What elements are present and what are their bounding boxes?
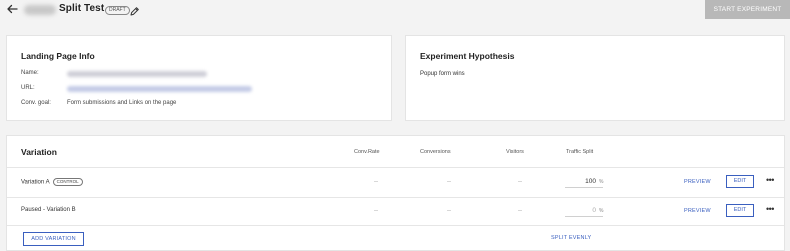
more-options-icon[interactable]: ••• [766,176,774,185]
column-conv-rate: Conv.Rate [354,149,380,155]
variation-header: Variation [21,147,57,157]
back-arrow-icon[interactable] [6,3,20,17]
column-conversions: Conversions [420,149,451,155]
page-title: Split Test [59,3,105,14]
experiment-name-redacted [24,5,56,15]
visitors-value: -- [518,179,522,185]
traffic-split-input[interactable]: 100 [566,178,596,185]
variation-name[interactable]: Paused - Variation B [21,207,76,213]
add-variation-button[interactable]: ADD VARIATION [23,232,84,246]
column-traffic-split: Traffic Split [566,149,594,155]
edit-button[interactable]: EDIT [726,204,754,217]
conversions-value: -- [447,208,451,214]
conversions-value: -- [447,179,451,185]
preview-button[interactable]: PREVIEW [684,179,711,185]
landing-page-info-card: Landing Page Info Name: URL: Conv. goal:… [6,35,392,121]
pencil-icon[interactable] [129,4,140,16]
variation-name-label: Variation A [21,179,50,186]
conv-goal-label: Conv. goal: [21,100,51,106]
edit-button[interactable]: EDIT [726,175,754,188]
row-divider [7,225,784,226]
control-badge: CONTROL [52,178,83,186]
column-visitors: Visitors [506,149,524,155]
conv-goal-value: Form submissions and Links on the page [67,100,177,106]
more-options-icon[interactable]: ••• [766,205,774,214]
hypothesis-text: Popup form wins [420,71,465,77]
traffic-split-input[interactable]: 0 [566,207,596,214]
percent-sign: % [599,179,604,185]
traffic-split-underline [565,187,603,188]
experiment-hypothesis-card: Experiment Hypothesis Popup form wins [405,35,785,121]
visitors-value: -- [518,208,522,214]
name-value-redacted [67,71,207,77]
start-experiment-button[interactable]: START EXPERIMENT [705,0,790,19]
url-label: URL: [21,85,35,91]
row-divider [7,197,784,198]
url-value-redacted[interactable] [67,86,252,92]
top-bar: Split Test DRAFT START EXPERIMENT [0,0,790,22]
header-divider [7,167,784,168]
experiment-hypothesis-title: Experiment Hypothesis [420,51,515,61]
landing-page-info-title: Landing Page Info [21,51,95,61]
split-evenly-button[interactable]: SPLIT EVENLY [551,235,591,241]
preview-button[interactable]: PREVIEW [684,208,711,214]
variations-card: Variation Conv.Rate Conversions Visitors… [6,135,785,251]
traffic-split-underline [565,216,603,217]
percent-sign: % [599,208,604,214]
conv-rate-value: -- [374,179,378,185]
name-label: Name: [21,70,39,76]
variation-name[interactable]: Variation A CONTROL [21,178,83,186]
conv-rate-value: -- [374,208,378,214]
variation-name-label: Paused - Variation B [21,207,76,213]
status-badge: DRAFT [105,6,130,15]
